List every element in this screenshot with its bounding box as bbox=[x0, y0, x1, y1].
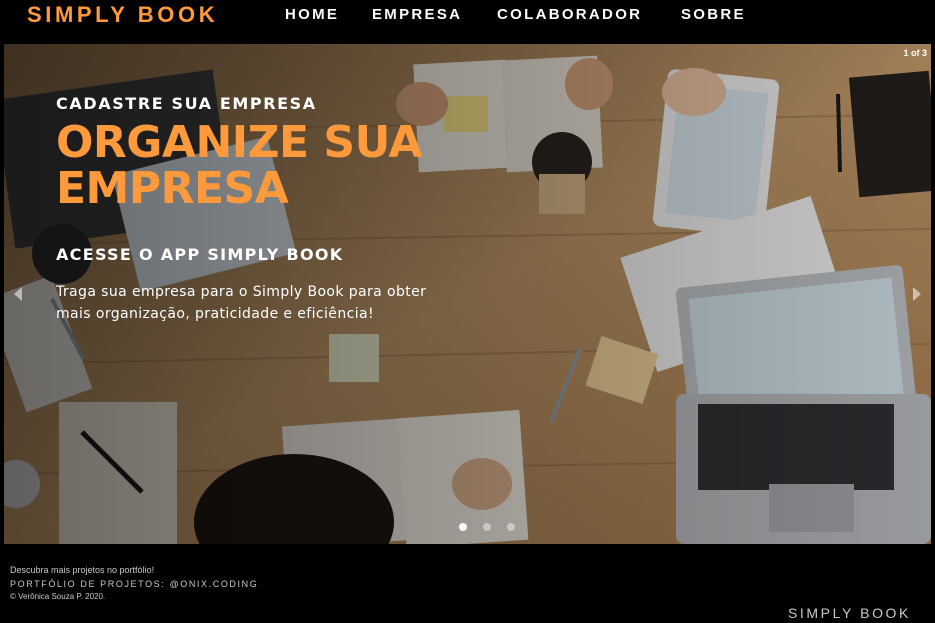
caption-title: ORGANIZE SUA EMPRESA bbox=[56, 117, 423, 214]
top-header: SIMPLY BOOK HOME EMPRESA COLABORADOR SOB… bbox=[0, 0, 935, 32]
carousel-dot-1[interactable] bbox=[459, 523, 467, 531]
footer-copyright: © Verônica Souza P. 2020. bbox=[10, 592, 106, 601]
page-footer: Descubra mais projetos no portfólio! POR… bbox=[0, 544, 935, 623]
chevron-left-icon bbox=[14, 287, 22, 301]
chevron-right-icon bbox=[913, 287, 921, 301]
nav-home[interactable]: HOME bbox=[285, 6, 339, 23]
nav-sobre[interactable]: SOBRE bbox=[681, 6, 746, 23]
nav-colaborador[interactable]: COLABORADOR bbox=[497, 6, 642, 23]
footer-portfolio-link[interactable]: PORTFÓLIO DE PROJETOS: @ONIX.CODING bbox=[10, 579, 258, 589]
caption-kicker: CADASTRE SUA EMPRESA bbox=[56, 94, 317, 113]
carousel-dot-3[interactable] bbox=[507, 523, 515, 531]
carousel-next-button[interactable] bbox=[909, 285, 925, 303]
nav-empresa[interactable]: EMPRESA bbox=[372, 6, 462, 23]
carousel-prev-button[interactable] bbox=[10, 285, 26, 303]
brand-logo[interactable]: SIMPLY BOOK bbox=[27, 2, 218, 28]
hero-carousel: 1 of 3 CADASTRE SUA EMPRESA ORGANIZE SUA… bbox=[4, 44, 931, 544]
caption-subtitle: ACESSE O APP SIMPLY BOOK bbox=[56, 245, 344, 264]
carousel-dot-2[interactable] bbox=[483, 523, 491, 531]
caption-text: Traga sua empresa para o Simply Book par… bbox=[56, 284, 427, 322]
footer-portfolio-text: Descubra mais projetos no portfólio! bbox=[10, 565, 155, 575]
slide-counter: 1 of 3 bbox=[903, 48, 927, 58]
footer-brand: SIMPLY BOOK bbox=[787, 605, 911, 621]
